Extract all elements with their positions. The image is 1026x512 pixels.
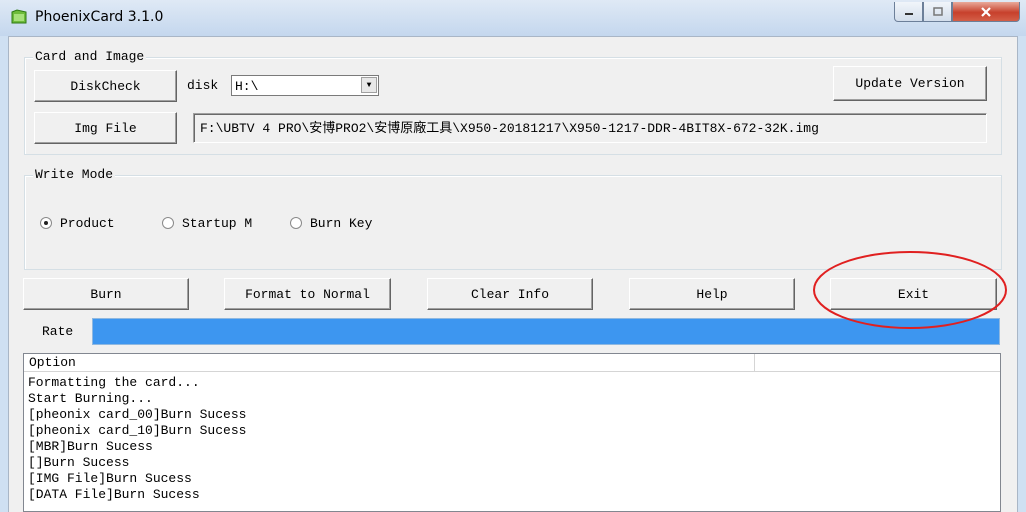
radio-startup[interactable] [162,217,174,229]
log-line: []Burn Sucess [28,455,130,470]
column-header-option[interactable]: Option [24,354,755,371]
log-line: [pheonix card_00]Burn Sucess [28,407,247,422]
rate-label: Rate [42,324,74,339]
folder-card-icon [11,9,27,24]
clear-info-button[interactable]: Clear Info [427,278,593,310]
log-line: Start Burning... [28,391,153,406]
minimize-button[interactable] [894,2,923,22]
log-line: [MBR]Burn Sucess [28,439,153,454]
maximize-icon [932,7,943,16]
log-line: [pheonix card_10]Burn Sucess [28,423,247,438]
img-path-field[interactable]: F:\UBTV 4 PRO\安博PRO2\安博原廠工具\X950-2018121… [193,113,987,143]
log-list[interactable]: Option Formatting the card... Start Burni… [23,353,1001,512]
write-mode-group-title: Write Mode [33,167,116,182]
log-line: [DATA File]Burn Sucess [28,487,200,502]
close-icon [981,6,991,17]
help-button[interactable]: Help [629,278,795,310]
radio-burn-key-label[interactable]: Burn Key [310,216,372,231]
radio-startup-label[interactable]: Startup M [182,216,252,231]
window-title: PhoenixCard 3.1.0 [35,9,164,25]
log-line: [IMG File]Burn Sucess [28,471,192,486]
disk-select-value: H:\ [235,79,259,94]
rate-progress-bar [92,318,1000,345]
exit-button[interactable]: Exit [830,278,997,310]
format-to-normal-button[interactable]: Format to Normal [224,278,391,310]
title-bar[interactable]: PhoenixCard 3.1.0 [0,0,1026,36]
log-line: Formatting the card... [28,375,200,390]
update-version-button[interactable]: Update Version [833,66,987,101]
img-file-button[interactable]: Img File [34,112,177,144]
disk-select[interactable]: H:\ ▼ [231,75,379,96]
chevron-down-icon[interactable]: ▼ [361,77,377,93]
card-image-group-title: Card and Image [33,49,147,64]
maximize-button[interactable] [923,2,952,22]
radio-product-label[interactable]: Product [60,216,115,231]
log-list-header: Option [24,354,1000,372]
diskcheck-button[interactable]: DiskCheck [34,70,177,102]
radio-product[interactable] [40,217,52,229]
radio-burn-key[interactable] [290,217,302,229]
column-header-empty[interactable] [755,354,1001,371]
disk-label: disk [187,78,219,93]
minimize-icon [904,12,913,15]
burn-button[interactable]: Burn [23,278,189,310]
close-button[interactable] [952,2,1020,22]
